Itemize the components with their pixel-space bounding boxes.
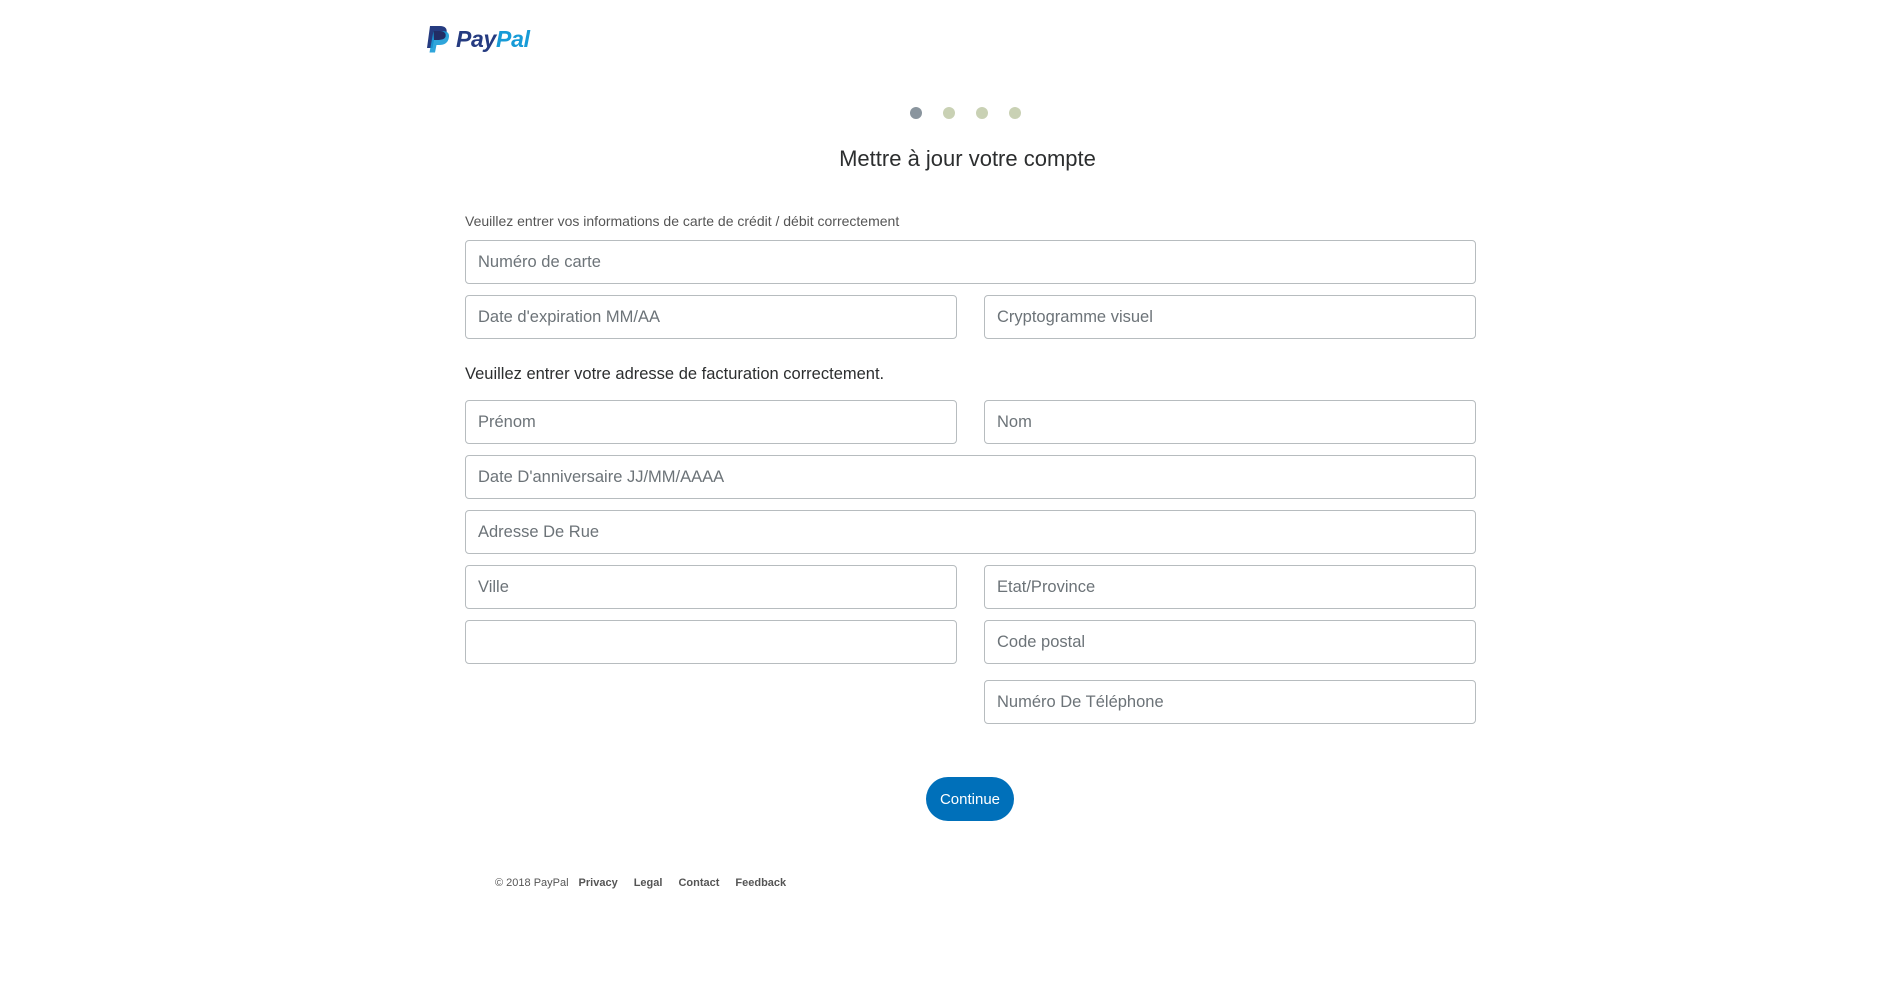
paypal-logo: PayPal xyxy=(424,24,530,54)
step-dot-3 xyxy=(976,107,988,119)
page: PayPal Mettre à jour votre compte Veuill… xyxy=(0,0,1895,1003)
expiry-date-input[interactable] xyxy=(465,295,957,339)
paypal-p-icon xyxy=(427,26,450,53)
card-number-input[interactable] xyxy=(465,240,1476,284)
cvv-input[interactable] xyxy=(984,295,1476,339)
footer-link-feedback[interactable]: Feedback xyxy=(735,877,786,889)
city-input[interactable] xyxy=(465,565,957,609)
step-dot-4 xyxy=(1009,107,1021,119)
update-account-form: Veuillez entrer vos informations de cart… xyxy=(465,213,1476,724)
state-province-input[interactable] xyxy=(984,565,1476,609)
page-title: Mettre à jour votre compte xyxy=(839,146,1096,171)
birthdate-input[interactable] xyxy=(465,455,1476,499)
footer-link-privacy[interactable]: Privacy xyxy=(579,877,618,889)
postal-code-input[interactable] xyxy=(984,620,1476,664)
continue-button[interactable]: Continue xyxy=(926,777,1014,821)
step-dot-1 xyxy=(910,107,922,119)
billing-section-hint: Veuillez entrer votre adresse de factura… xyxy=(465,365,885,383)
progress-steps xyxy=(0,107,1895,119)
step-dot-2 xyxy=(943,107,955,119)
logo-text-pal: Pal xyxy=(496,25,530,52)
footer: © 2018 PayPal Privacy Legal Contact Feed… xyxy=(495,877,792,889)
card-section-hint: Veuillez entrer vos informations de cart… xyxy=(465,213,900,229)
last-name-input[interactable] xyxy=(984,400,1476,444)
footer-copyright: © 2018 PayPal xyxy=(495,877,569,889)
country-input[interactable] xyxy=(465,620,957,664)
logo-text-pay: Pay xyxy=(456,25,497,52)
first-name-input[interactable] xyxy=(465,400,957,444)
footer-link-contact[interactable]: Contact xyxy=(678,877,719,889)
street-address-input[interactable] xyxy=(465,510,1476,554)
paypal-wordmark: PayPal xyxy=(456,26,530,53)
phone-number-input[interactable] xyxy=(984,680,1476,724)
footer-link-legal[interactable]: Legal xyxy=(634,877,663,889)
